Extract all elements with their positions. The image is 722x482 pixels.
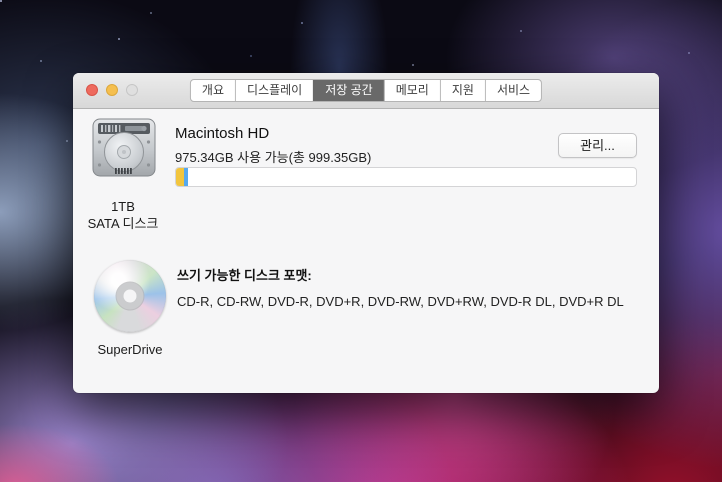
storage-usage-bar [175,167,637,187]
tab-service[interactable]: 서비스 [485,80,541,101]
disk-type-label: SATA 디스크 [73,215,173,232]
about-this-mac-window: 개요 디스플레이 저장 공간 메모리 지원 서비스 [73,73,659,393]
disk-available-text: 975.34GB 사용 가능(총 999.35GB) [175,147,371,166]
tab-storage[interactable]: 저장 공간 [313,80,384,101]
superdrive-name: SuperDrive [80,342,180,357]
manage-button[interactable]: 관리... [558,133,637,158]
window-titlebar[interactable]: 개요 디스플레이 저장 공간 메모리 지원 서비스 [73,73,659,109]
writable-formats-list: CD-R, CD-RW, DVD-R, DVD+R, DVD-RW, DVD+R… [177,294,624,309]
zoom-button[interactable] [126,84,138,96]
usage-bar-segment-1 [176,168,184,186]
tab-bar: 개요 디스플레이 저장 공간 메모리 지원 서비스 [190,79,542,102]
storage-pane: 1TB SATA 디스크 Macintosh HD 975.34GB 사용 가능… [73,108,659,393]
tab-displays[interactable]: 디스플레이 [235,80,313,101]
disk-capacity-label: 1TB [73,198,173,215]
close-button[interactable] [86,84,98,96]
tab-support[interactable]: 지원 [440,80,485,101]
tab-overview[interactable]: 개요 [191,80,235,101]
disk-caption: 1TB SATA 디스크 [73,198,173,232]
hard-drive-icon [92,118,156,185]
writable-formats-title: 쓰기 가능한 디스크 포맷: [177,265,312,284]
superdrive-disc-icon [94,260,166,332]
traffic-lights [86,84,138,96]
stars-decoration [0,0,2,2]
disk-name: Macintosh HD [175,125,269,142]
tab-memory[interactable]: 메모리 [384,80,440,101]
disc-hub [124,290,137,303]
minimize-button[interactable] [106,84,118,96]
usage-bar-segment-2 [184,168,188,186]
